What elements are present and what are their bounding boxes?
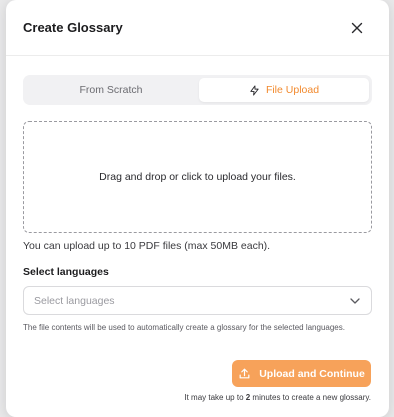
dropzone-text: Drag and drop or click to upload your fi… <box>99 171 296 183</box>
upload-icon <box>239 368 250 379</box>
upload-hint: You can upload up to 10 PDF files (max 5… <box>23 240 271 252</box>
footnote-prefix: It may take up to <box>184 393 246 402</box>
dialog-title: Create Glossary <box>23 20 123 35</box>
lightning-icon <box>250 84 259 96</box>
chevron-down-icon <box>350 298 360 304</box>
languages-label: Select languages <box>23 266 109 278</box>
processing-time-note: It may take up to 2 minutes to create a … <box>184 393 371 402</box>
languages-select-placeholder: Select languages <box>34 295 115 307</box>
close-icon <box>351 22 363 34</box>
tab-from-scratch-label: From Scratch <box>79 84 143 96</box>
dialog-header: Create Glossary <box>6 0 389 56</box>
languages-note: The file contents will be used to automa… <box>23 323 345 332</box>
tab-file-upload[interactable]: File Upload <box>199 78 369 102</box>
tab-file-upload-label: File Upload <box>265 84 320 96</box>
footnote-suffix: minutes to create a new glossary. <box>250 393 371 402</box>
tab-from-scratch[interactable]: From Scratch <box>26 78 196 102</box>
close-button[interactable] <box>348 19 366 37</box>
source-tabs: From Scratch File Upload <box>23 75 372 105</box>
file-dropzone[interactable]: Drag and drop or click to upload your fi… <box>23 121 372 233</box>
upload-and-continue-button[interactable]: Upload and Continue <box>232 360 371 387</box>
languages-select[interactable]: Select languages <box>23 286 372 315</box>
upload-and-continue-label: Upload and Continue <box>259 367 365 380</box>
create-glossary-dialog: Create Glossary From Scratch File Upload… <box>6 0 389 417</box>
